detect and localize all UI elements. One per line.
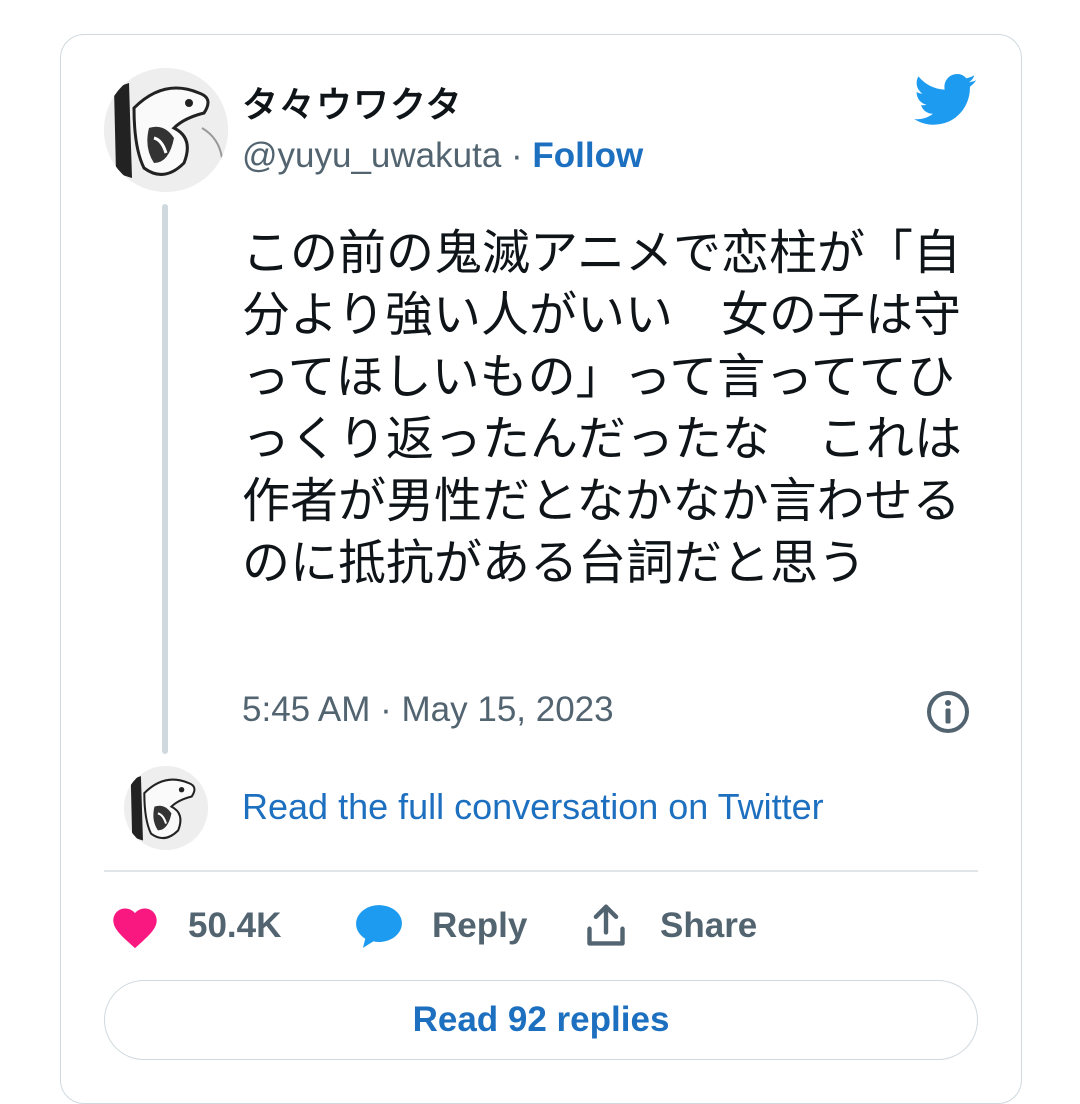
author-handle[interactable]: @yuyu_uwakuta xyxy=(242,136,501,175)
like-button[interactable]: 50.4K xyxy=(110,898,281,954)
read-replies-button[interactable]: Read 92 replies xyxy=(104,980,978,1060)
share-button[interactable]: Share xyxy=(584,898,757,954)
heart-icon xyxy=(110,903,160,949)
separator-dot: · xyxy=(511,136,523,175)
author-display-name[interactable]: タ々ウワクタ xyxy=(242,76,463,128)
thread-line xyxy=(162,204,168,754)
like-count: 50.4K xyxy=(188,906,282,945)
read-replies-label: Read 92 replies xyxy=(412,1000,670,1039)
share-label: Share xyxy=(660,906,758,945)
author-avatar[interactable] xyxy=(104,68,228,192)
follow-button[interactable]: Follow xyxy=(532,136,643,175)
reply-button[interactable]: Reply xyxy=(354,898,527,954)
tweet-timestamp[interactable]: 5:45 AM · May 15, 2023 xyxy=(242,690,614,730)
author-handle-row: @yuyu_uwakuta · Follow xyxy=(242,136,643,176)
info-icon[interactable] xyxy=(924,688,972,736)
reply-label: Reply xyxy=(432,906,528,945)
share-icon xyxy=(584,903,628,949)
twitter-bird-icon[interactable] xyxy=(914,74,978,126)
reply-bubble-icon xyxy=(354,902,404,950)
tweet-text: この前の鬼滅アニメで恋柱が「自分より強い人がいい 女の子は守ってほしいもの」って… xyxy=(242,225,963,591)
conversation-avatar[interactable] xyxy=(124,766,208,850)
divider xyxy=(104,870,978,872)
read-conversation-link[interactable]: Read the full conversation on Twitter xyxy=(242,786,824,828)
